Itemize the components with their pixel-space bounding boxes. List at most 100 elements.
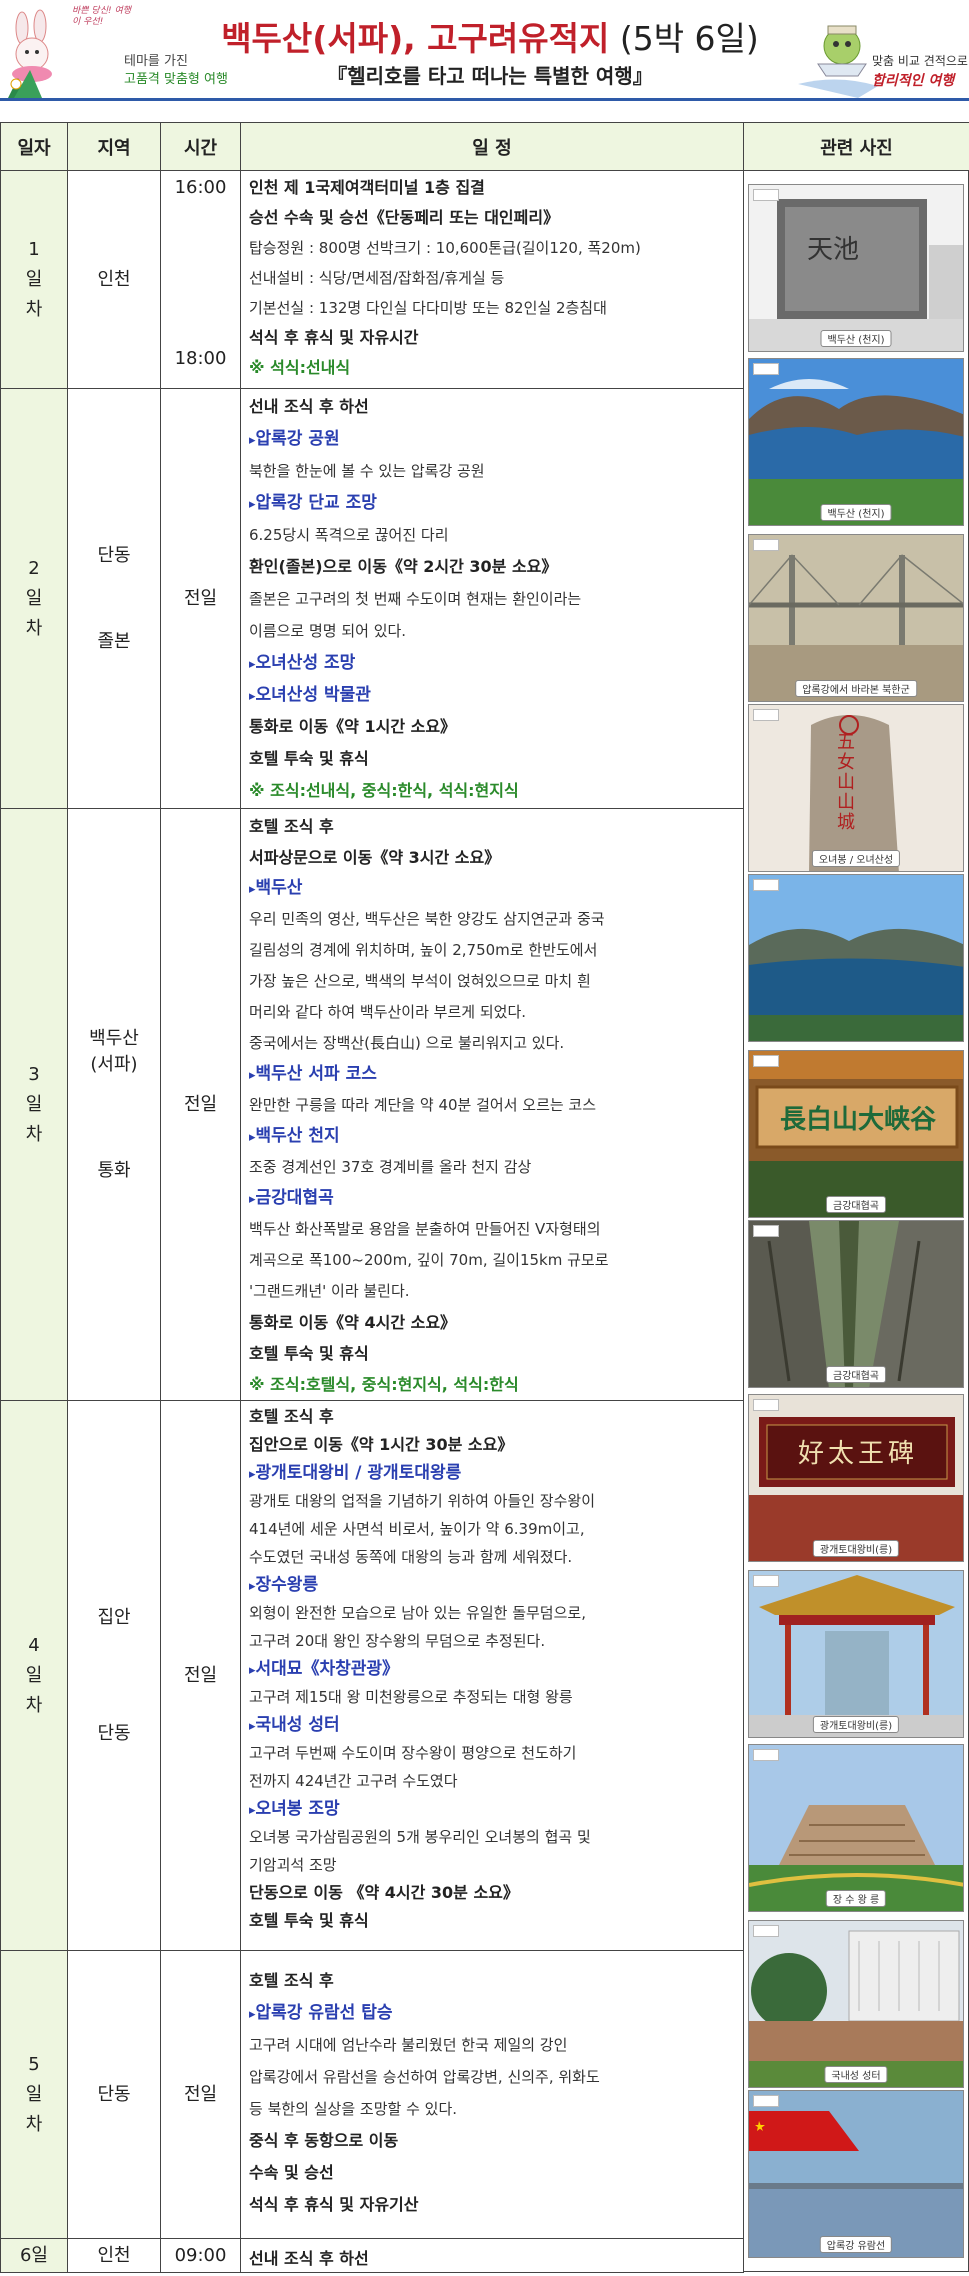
region-cell: 집안 단동 — [67, 1400, 161, 1951]
attraction-title: 백두산 서파 코스 — [249, 1059, 735, 1090]
day-label: 6일 — [19, 2244, 48, 2266]
region-cell: 인천 — [67, 170, 161, 389]
attraction-title: 광개토대왕비 / 광개토대왕릉 — [249, 1459, 735, 1487]
region-cell: 단동 — [67, 1950, 161, 2239]
attraction-title: 압록강 유람선 탑승 — [249, 1997, 735, 2029]
photo-plaque: 광개토대왕비(릉) 好太王碑 — [748, 1394, 964, 1562]
travel-badge-icon — [753, 1575, 779, 1587]
description-text: 고구려 시대에 엄난수라 불리웠던 한국 제일의 강인 — [249, 2036, 568, 2054]
description-text: 조중 경계선인 37호 경계비를 올라 천지 감상 — [249, 1158, 532, 1176]
photo-image — [749, 2091, 963, 2257]
header-left-text: 바쁜 당신! 여행이 우선! 테마를 가진 고품격 맞춤형 여행 — [72, 6, 228, 106]
schedule-cell: 호텔 조식 후서파상문으로 이동《약 3시간 소요》 백두산우리 민족의 영산, … — [240, 808, 744, 1401]
photo-caption: 금강대협곡 — [826, 1196, 886, 1213]
schedule-item: 통화로 이동《약 1시간 소요》 — [249, 717, 457, 736]
schedule-item: 단동으로 이동 《약 4시간 30분 소요》 — [249, 1883, 519, 1902]
description-text: 머리와 같다 하여 백두산이라 부르게 되었다. — [249, 1003, 527, 1021]
time-cell: 09:00 — [160, 2238, 241, 2273]
region-name-2: 단동 — [97, 1722, 131, 1744]
schedule-item: 석식 후 휴식 및 자유기산 — [249, 2195, 419, 2214]
region-cell: 인천 — [67, 2238, 161, 2273]
attraction-title: 백두산 천지 — [249, 1121, 735, 1152]
time-cell: 전일 — [160, 808, 241, 1401]
column-header-time: 시간 — [160, 122, 241, 171]
photo-caption: 장 수 왕 릉 — [825, 1890, 887, 1907]
header-right: 맞춤 비교 견적으로 합리적인 여행 — [798, 14, 968, 104]
description-text: 광개토 대왕의 업적을 기념하기 위하여 아들인 장수왕이 — [249, 1492, 596, 1510]
schedule-item: 호텔 투숙 및 휴식 — [249, 1344, 369, 1363]
time-label: 전일 — [183, 587, 218, 609]
photo-caption: 광개토대왕비(릉) — [812, 1540, 900, 1557]
travel-badge-icon — [753, 1225, 779, 1237]
time-cell: 전일 — [160, 1950, 241, 2239]
region-cell: 백두산 (서파) 통화 — [67, 808, 161, 1401]
schedule-item: 승선 수속 및 승선《단동페리 또는 대인페리》 — [249, 208, 560, 227]
photo-caption: 오녀봉 / 오녀산성 — [811, 850, 901, 867]
photo-image — [749, 185, 963, 351]
day-label: 4일차 — [25, 1634, 43, 1716]
description-text: 수도였던 국내성 동쪽에 대왕의 능과 함께 세워졌다. — [249, 1548, 573, 1566]
description-text: 압록강에서 유람선을 승선하여 압록강변, 신의주, 위화도 — [249, 2068, 600, 2086]
schedule-cell: 선내 조식 후 하선압록강 공원북한을 한눈에 볼 수 있는 압록강 공원압록강… — [240, 388, 744, 809]
schedule-item: 선내 조식 후 하선 — [249, 397, 369, 416]
schedule-item: 호텔 조식 후 — [249, 817, 334, 836]
photo-canyon: 금강대협곡 — [748, 1220, 964, 1388]
photo-lake2 — [748, 874, 964, 1042]
region-name-1: 단동 — [97, 2083, 131, 2105]
schedule-item: 선내 조식 후 하선 — [249, 2249, 369, 2268]
description-text: 고구려 두번째 수도이며 장수왕이 평양으로 천도하기 — [249, 1744, 577, 1762]
schedule-item: 호텔 투숙 및 휴식 — [249, 1911, 369, 1930]
attraction-title: 오녀봉 조망 — [249, 1795, 735, 1823]
attraction-title: 금강대협곡 — [249, 1183, 735, 1214]
region-name-2: 통화 — [97, 1159, 131, 1181]
description-text: 기본선실 : 132명 다인실 다다미방 또는 82인실 2층침대 — [249, 299, 607, 317]
photo-image — [749, 1921, 963, 2087]
schedule-cell: 인천 제 1국제여객터미널 1층 집결승선 수속 및 승선《단동페리 또는 대인… — [240, 170, 744, 389]
rabbit-logo — [8, 8, 68, 98]
day-cell: 4일차 — [0, 1400, 68, 1951]
schedule-item: 호텔 조식 후 — [249, 1971, 334, 1990]
day-label: 3일차 — [25, 1063, 43, 1145]
schedule-item: 호텔 투숙 및 휴식 — [249, 749, 369, 768]
header-divider — [0, 98, 969, 101]
travel-badge-icon — [753, 363, 779, 375]
description-text: 전까지 424년간 고구려 수도였다 — [249, 1772, 458, 1790]
travel-badge-icon — [753, 2095, 779, 2107]
description-text: 기암괴석 조망 — [249, 1856, 337, 1874]
page-subtitle: 『헬리호를 타고 떠나는 특별한 여행』 — [327, 64, 653, 88]
schedule-item: 통화로 이동《약 4시간 소요》 — [249, 1313, 457, 1332]
photo-image — [749, 359, 963, 525]
right-line-2: 합리적인 여행 — [872, 73, 955, 89]
description-text: 완만한 구릉을 따라 계단을 약 40분 걸어서 오르는 코스 — [249, 1096, 597, 1114]
photo-inscription: 長白山大峡谷 — [779, 1105, 936, 1135]
schedule-item: 서파상문으로 이동《약 3시간 소요》 — [249, 848, 501, 867]
photo-rock: 오녀봉 / 오녀산성 五女山山城 — [748, 704, 964, 872]
photo-inscription: 好太王碑 — [797, 1439, 918, 1469]
photo-flag: 압록강 유람선 — [748, 2090, 964, 2258]
description-text: 고구려 제15대 왕 미천왕릉으로 추정되는 대형 왕릉 — [249, 1688, 573, 1706]
photo-caption: 금강대협곡 — [826, 1366, 886, 1383]
photo-caption: 국내성 성터 — [824, 2066, 888, 2083]
description-text: 고구려 20대 왕인 장수왕의 무덤으로 추정된다. — [249, 1632, 546, 1650]
photo-tomb: 장 수 왕 릉 — [748, 1744, 964, 1912]
photo-caption: 백두산 (천지) — [820, 330, 892, 347]
description-text: 중국에서는 장백산(長白山) 으로 불리워지고 있다. — [249, 1034, 565, 1052]
travel-badge-icon — [753, 879, 779, 891]
time-cell: 16:00 18:00 — [160, 170, 241, 389]
schedule-item: 환인(졸본)으로 이동《약 2시간 30분 소요》 — [249, 557, 558, 576]
photo-image — [749, 875, 963, 1041]
photo-lake: 백두산 (천지) — [748, 358, 964, 526]
description-text: 계곡으로 폭100~200m, 깊이 70m, 길이15km 규모로 — [249, 1251, 609, 1269]
description-text: 오녀봉 국가삼림공원의 5개 봉우리인 오녀봉의 협곡 및 — [249, 1828, 591, 1846]
attraction-title: 압록강 공원 — [249, 423, 735, 455]
description-text: 백두산 화산폭발로 용암을 분출하여 만들어진 V자형태의 — [249, 1220, 601, 1238]
photo-caption: 압록강 유람선 — [819, 2236, 893, 2253]
photo-image — [749, 1571, 963, 1737]
time-label: 전일 — [183, 1093, 218, 1115]
schedule-item: 중식 후 동항으로 이동 — [249, 2131, 399, 2150]
schedule-item: 인천 제 1국제여객터미널 1층 집결 — [249, 178, 485, 197]
time-end: 18:00 — [174, 348, 227, 369]
attraction-title: 국내성 성터 — [249, 1711, 735, 1739]
column-header-schedule: 일 정 — [240, 122, 744, 171]
description-text: 선내설비 : 식당/면세점/잡화점/휴게실 등 — [249, 269, 505, 287]
